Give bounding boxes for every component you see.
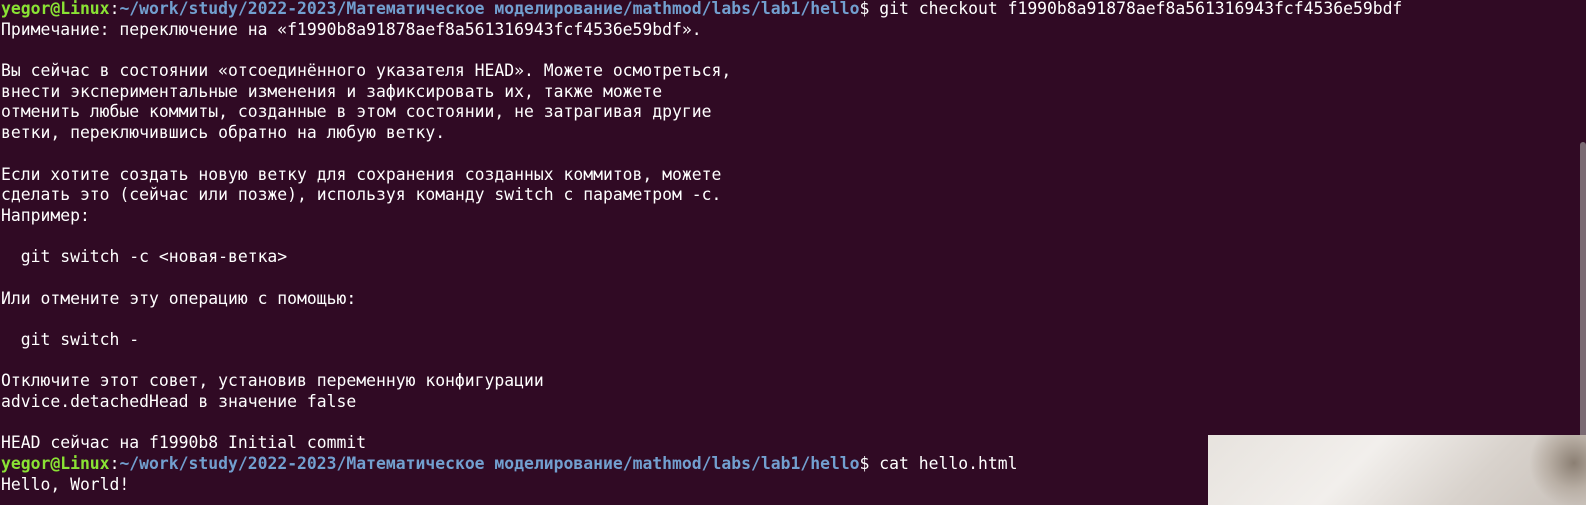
- prompt-user-host: yegor@Linux: [1, 454, 110, 474]
- output-line: отменить любые коммиты, созданные в этом…: [1, 102, 712, 122]
- webcam-overlay: [1208, 435, 1586, 505]
- prompt-path: ~/work/study/2022-2023/Математическое мо…: [119, 0, 860, 18]
- output-line: Если хотите создать новую ветку для сохр…: [1, 164, 722, 184]
- prompt-path: ~/work/study/2022-2023/Математическое мо…: [119, 454, 860, 474]
- output-line: git switch -: [1, 330, 140, 349]
- prompt-symbol: $: [859, 454, 880, 474]
- output-line: Или отмените эту операцию с помощью:: [1, 288, 357, 308]
- webcam-person-image: [1526, 435, 1586, 505]
- output-line: Отключите этот совет, установив переменн…: [1, 371, 544, 391]
- terminal-output: yegor@Linux:~/work/study/2022-2023/Матем…: [1, 0, 1556, 496]
- output-line: git switch -c <новая-ветка>: [1, 247, 288, 267]
- prompt-symbol: $: [859, 0, 880, 18]
- output-line: Вы сейчас в состоянии «отсоединённого ук…: [1, 61, 732, 81]
- output-line: advice.detachedHead в значение false: [1, 392, 357, 412]
- command-text: git checkout f1990b8a91878aef8a561316943…: [879, 0, 1403, 18]
- output-line: ветки, переключившись обратно на любую в…: [1, 123, 446, 143]
- terminal-window[interactable]: yegor@Linux:~/work/study/2022-2023/Матем…: [0, 0, 1586, 505]
- prompt-separator: :: [109, 454, 120, 474]
- output-line: Например:: [1, 205, 90, 225]
- scrollbar-thumb[interactable]: [1580, 142, 1586, 442]
- output-line: сделать это (сейчас или позже), использу…: [1, 185, 722, 205]
- command-text: cat hello.html: [879, 454, 1018, 474]
- output-line: Примечание: переключение на «f1990b8a918…: [1, 19, 702, 39]
- output-line: внести экспериментальные изменения и заф…: [1, 81, 663, 101]
- prompt-separator: :: [109, 0, 120, 18]
- prompt-line: yegor@Linux:~/work/study/2022-2023/Матем…: [1, 0, 1556, 20]
- prompt-user-host: yegor@Linux: [1, 0, 110, 18]
